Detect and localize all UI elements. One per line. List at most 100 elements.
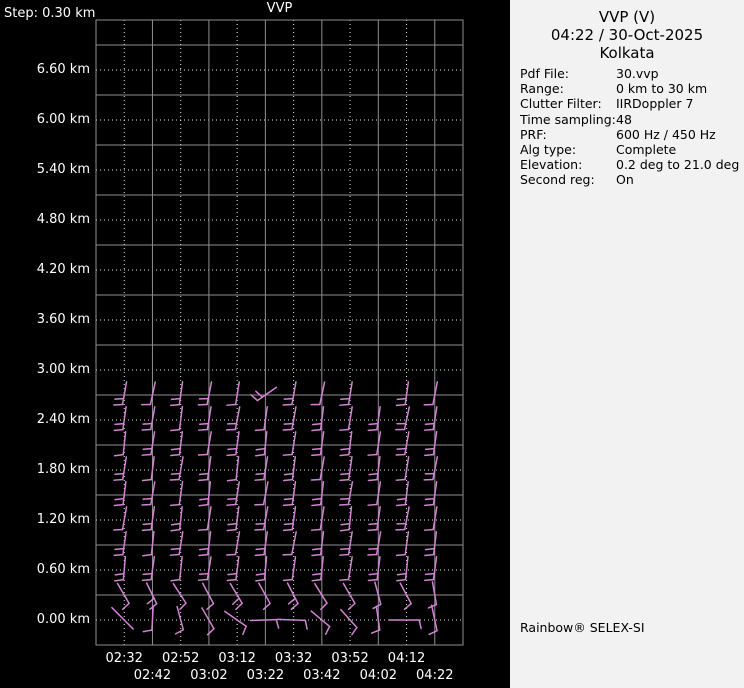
field-value: IIRDoppler 7 [616, 96, 694, 112]
wind-barb [201, 607, 215, 636]
field-label: Alg type: [520, 141, 577, 157]
wind-barb [111, 606, 134, 630]
height-axis-label: 1.20 km [36, 512, 90, 527]
wind-barb [197, 381, 213, 406]
field-label: PRF: [520, 126, 547, 142]
wind-barb [399, 582, 412, 611]
field-value: On [616, 172, 634, 188]
wind-barb [170, 406, 184, 432]
time-axis-label: 03:32 [274, 651, 313, 666]
wind-barb [282, 406, 297, 431]
wind-barb [310, 610, 331, 636]
time-axis-label: 04:12 [387, 651, 426, 666]
field-row: Pdf File: 30.vvp [520, 66, 740, 81]
field-value: 48 [616, 111, 632, 127]
wind-barb [170, 505, 183, 532]
wind-barb [250, 386, 278, 402]
wind-barb [170, 555, 183, 582]
plot-canvas [95, 19, 464, 646]
wind-barb [342, 582, 356, 611]
wind-barb [140, 381, 156, 406]
wind-barb [226, 506, 240, 532]
field-row: Range: 0 km to 30 km [520, 81, 740, 96]
field-value: 0.2 deg to 21.0 deg [616, 157, 740, 173]
field-value: 600 Hz / 450 Hz [616, 126, 716, 142]
height-axis-label: 2.40 km [36, 412, 90, 427]
height-axis-label: 5.40 km [36, 162, 90, 177]
field-row: Clutter Filter: IIRDoppler 7 [520, 96, 740, 111]
parameter-list: Pdf File: 30.vvp Range: 0 km to 30 km Cl… [520, 66, 740, 188]
wind-barb [225, 406, 241, 431]
wind-barb [169, 456, 184, 481]
wind-barb [226, 556, 240, 582]
wind-barb [113, 456, 128, 481]
wind-barb [388, 619, 422, 630]
wind-barb [423, 381, 439, 406]
field-label: Elevation: [520, 157, 583, 173]
time-axis-label: 02:32 [105, 651, 143, 666]
info-panel: VVP (V) 04:22 / 30-Oct-2025 Kolkata Pdf … [510, 0, 744, 688]
time-axis-label: 03:02 [190, 668, 228, 683]
wind-barb [339, 505, 353, 532]
height-axis-label: 3.00 km [36, 362, 90, 377]
wind-barb [116, 582, 130, 611]
time-axis-label: 04:22 [416, 668, 454, 683]
field-label: Second reg: [520, 172, 595, 188]
time-axis-label: 03:12 [218, 651, 256, 666]
wind-barb [395, 406, 411, 431]
plot-frame [95, 19, 464, 646]
field-row: Second reg: On [520, 172, 740, 187]
wind-barb [339, 456, 353, 482]
wind-barb [282, 556, 297, 582]
wind-barb [201, 582, 215, 611]
wind-profile-plot: Step: 0.30 km VVP 6.60 km 6.00 km 5.40 km 4… [0, 0, 510, 688]
height-axis-label: 0.00 km [36, 612, 90, 627]
height-axis-label: 4.20 km [36, 262, 90, 277]
wind-barb [310, 381, 326, 406]
wind-barb [224, 610, 247, 636]
panel-title: VVP (V) [598, 8, 656, 26]
time-axis-label: 02:52 [161, 651, 200, 666]
time-axis-label: 03:42 [303, 668, 341, 683]
wind-barb [282, 506, 297, 532]
wind-barb [423, 456, 439, 481]
wind-barb [145, 582, 158, 610]
field-row: Time sampling: 48 [520, 112, 740, 127]
field-row: Alg type: Complete [520, 142, 740, 157]
wind-barb [395, 506, 410, 531]
wind-barb [314, 582, 328, 611]
wind-barb [249, 618, 280, 629]
field-row: Elevation: 0.2 deg to 21.0 deg [520, 157, 740, 172]
height-axis-label: 4.80 km [36, 212, 90, 227]
height-axis-label: 0.60 km [36, 562, 90, 577]
wind-barb [113, 555, 127, 582]
wind-barb [172, 583, 187, 611]
field-label: Pdf File: [520, 66, 569, 81]
time-axis-label: 03:52 [331, 651, 369, 666]
wind-barb [113, 430, 127, 457]
field-label: Time sampling: [520, 111, 616, 127]
time-axis-label: 02:42 [133, 668, 172, 683]
wind-barb [339, 556, 353, 581]
field-value: 30.vvp [616, 66, 659, 81]
wind-barb [258, 582, 271, 611]
vvp-app-window: Step: 0.30 km VVP 6.60 km 6.00 km 5.40 km 4… [0, 0, 744, 688]
wind-barb [142, 605, 154, 633]
height-axis-label: 6.00 km [36, 112, 90, 127]
time-axis-label: 04:02 [359, 668, 398, 683]
field-label: Clutter Filter: [520, 96, 602, 112]
wind-barb [282, 531, 297, 556]
wind-barb [276, 618, 308, 630]
wind-barb [339, 406, 353, 431]
height-axis-label: 6.60 km [36, 62, 90, 77]
wind-barb [226, 455, 240, 482]
height-axis-label: 3.60 km [36, 312, 90, 327]
field-row: PRF: 600 Hz / 450 Hz [520, 127, 740, 142]
wind-barb [283, 456, 296, 482]
wind-barb [340, 608, 358, 636]
wind-barb [113, 506, 128, 531]
brand-footer: Rainbow® SELEX-SI [520, 620, 645, 635]
field-label: Range: [520, 81, 564, 97]
wind-barb [113, 406, 127, 432]
wind-barb [286, 582, 299, 610]
